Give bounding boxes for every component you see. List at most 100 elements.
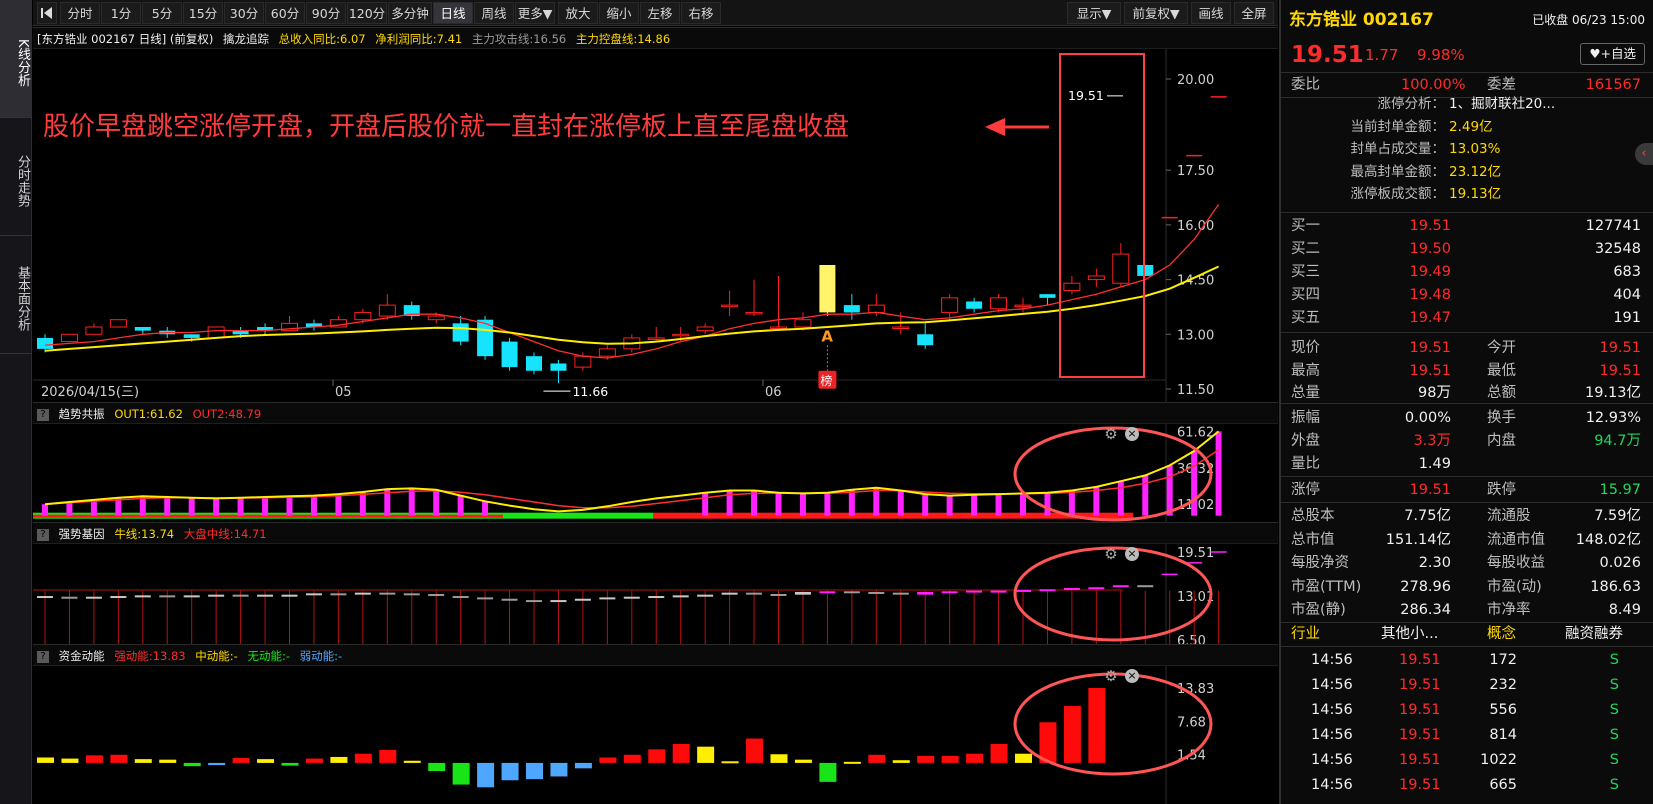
action-button[interactable]: 左移 (640, 2, 680, 24)
strength-body (526, 600, 542, 603)
trend-bar (1166, 465, 1173, 516)
help-icon[interactable]: ? (37, 528, 49, 541)
strength-body (550, 600, 567, 603)
sub2-line2: 大盘中线:14.71 (183, 527, 267, 541)
tick-price: 19.51 (1399, 652, 1441, 668)
period-button[interactable]: 周线 (474, 2, 514, 24)
period-button[interactable]: 日线 (433, 2, 473, 24)
bid-price: 19.47 (1409, 310, 1451, 326)
tab-kline-analysis[interactable]: K线分析 (0, 0, 32, 118)
period-button[interactable]: 1分 (101, 2, 141, 24)
order-book-row: 买四 19.48 404 (1281, 283, 1653, 307)
quote-row: 最高 19.51 最低 19.51 (1281, 359, 1653, 383)
period-button[interactable]: 120分 (347, 2, 387, 24)
help-icon[interactable]: ? (37, 650, 49, 663)
close-icon[interactable]: × (1125, 427, 1139, 441)
bid-price: 19.48 (1409, 287, 1451, 303)
trend-bar (824, 492, 831, 516)
fund-label: 流通市值 (1487, 531, 1545, 548)
view-option-button[interactable]: 画线 (1191, 2, 1231, 24)
a-marker: A (821, 328, 833, 346)
bid-price: 19.51 (1409, 218, 1451, 234)
tab-fundamentals[interactable]: 基本面分析 (0, 236, 32, 354)
close-icon[interactable]: × (1125, 669, 1139, 683)
y-tick-label: 13.00 (1177, 328, 1214, 343)
sub3-line2: 中动能:- (195, 649, 238, 663)
tag-industry[interactable]: 行业 (1291, 622, 1320, 646)
add-watchlist-button[interactable]: ♥+自选 (1580, 43, 1645, 65)
view-option-button[interactable]: 全屏 (1234, 2, 1274, 24)
period-button[interactable]: 更多▼ (515, 2, 555, 24)
action-button[interactable]: 放大 (558, 2, 598, 24)
capital-bar (1015, 753, 1032, 763)
sub2-legend: ? 强势基因 牛线:13.74 大盘中线:14.71 (33, 522, 1278, 544)
strength-body (1112, 585, 1129, 588)
period-button[interactable]: 多分钟 (388, 2, 432, 24)
limit-info-value: 1、掘财联社20... (1449, 96, 1556, 112)
main-kline-panel[interactable]: 20.00 17.50 16.00 14.50 13.00 11.50 19.51 11.66… (33, 49, 1278, 402)
period-button[interactable]: 5分 (142, 2, 182, 24)
fund-label: 总市值 (1291, 531, 1335, 548)
capital-bar (428, 762, 446, 772)
candle-body (452, 323, 469, 342)
gear-icon[interactable]: ⚙ (1103, 426, 1119, 442)
sub1-name[interactable]: 趋势共振 (59, 407, 105, 421)
strength-body (110, 596, 127, 599)
candle-body (501, 341, 518, 368)
chevron-left-icon[interactable]: ‹ (1635, 143, 1653, 165)
period-button[interactable]: 60分 (265, 2, 305, 24)
capital-bar (966, 753, 984, 763)
candle-body (598, 348, 616, 357)
action-button[interactable]: 缩小 (599, 2, 639, 24)
capital-bar (281, 762, 299, 766)
limit-down-label: 跌停 (1487, 482, 1516, 498)
trend-bar (971, 494, 978, 516)
capital-bar (1063, 706, 1081, 763)
sub3-name[interactable]: 资金动能 (59, 649, 105, 663)
trend-bar (1117, 481, 1124, 516)
period-button[interactable]: 30分 (224, 2, 264, 24)
tick-volume: 172 (1489, 652, 1517, 668)
period-button[interactable]: 15分 (183, 2, 223, 24)
tag-industry-value[interactable]: 其他小... (1381, 622, 1438, 646)
sub1-panel[interactable]: 61.6236.3211.02 (33, 424, 1278, 522)
strength-body (134, 595, 151, 598)
help-icon[interactable]: ? (37, 408, 49, 421)
trend-bar (922, 494, 929, 516)
price-change-pct: 9.98% (1417, 46, 1465, 64)
view-option-button[interactable]: 前复权▼ (1124, 2, 1188, 24)
sub2-panel[interactable]: 19.51 13.01 6.50 (33, 544, 1278, 644)
fund-value: 7.59亿 (1594, 508, 1641, 524)
period-button[interactable]: 90分 (306, 2, 346, 24)
tag-margin[interactable]: 融资融券 (1565, 622, 1623, 646)
candle-body (794, 319, 812, 328)
capital-bar (330, 756, 348, 763)
tick-row: 14:56 19.51 232 S (1281, 673, 1653, 697)
trend-bar (457, 495, 464, 516)
strength-body (623, 596, 640, 599)
gear-icon[interactable]: ⚙ (1103, 546, 1119, 562)
candle-body (696, 326, 714, 332)
capital-bar (134, 759, 152, 763)
indicator-name[interactable]: 擒龙追踪 (223, 32, 269, 46)
sub2-line1: 牛线:13.74 (114, 527, 175, 541)
period-button[interactable]: 分时 (60, 2, 100, 24)
fund-row: 每股净资 2.30 每股收益 0.026 (1281, 551, 1653, 575)
action-button[interactable]: 右移 (681, 2, 721, 24)
quote-row: 现价 19.51 今开 19.51 (1281, 336, 1653, 360)
tick-price: 19.51 (1399, 752, 1441, 768)
fund-label: 每股净资 (1291, 555, 1349, 571)
candle-body (1014, 304, 1032, 308)
strength-body (990, 590, 1007, 593)
close-icon[interactable]: × (1125, 547, 1139, 561)
gear-icon[interactable]: ⚙ (1103, 668, 1119, 684)
view-option-button[interactable]: 显示▼ (1067, 2, 1121, 24)
tab-intraday[interactable]: 分时走势 (0, 118, 32, 236)
quote-value: 94.7万 (1594, 433, 1641, 449)
tag-concept[interactable]: 概念 (1487, 622, 1516, 646)
limit-up-value: 19.51 (1409, 482, 1451, 498)
sub3-panel[interactable]: 13.83 7.68 1.54 (33, 666, 1278, 804)
sub2-name[interactable]: 强势基因 (59, 527, 105, 541)
step-back-icon[interactable] (37, 2, 57, 24)
fund-value: 286.34 (1400, 602, 1451, 618)
